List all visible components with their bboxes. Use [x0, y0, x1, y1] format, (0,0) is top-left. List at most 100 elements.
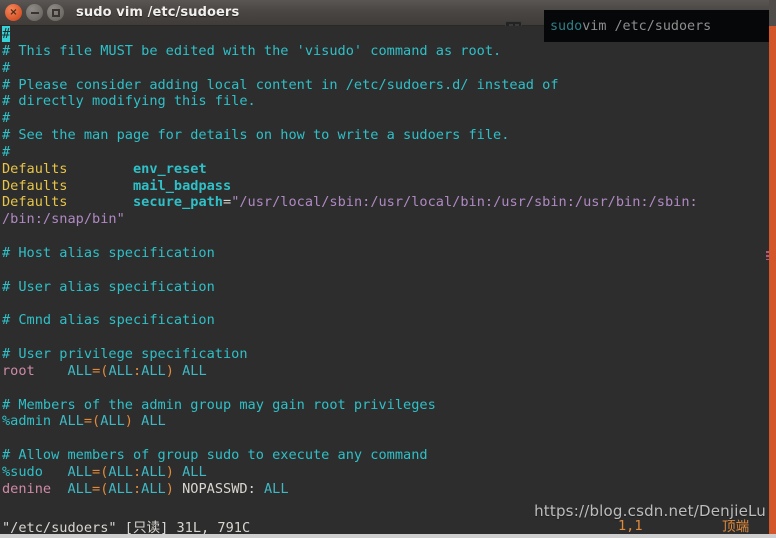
maximize-button[interactable]	[47, 4, 64, 21]
window-title: sudo vim /etc/sudoers	[76, 5, 240, 20]
code-token: ALL	[263, 480, 289, 497]
code-token: # Please consider adding local content i…	[2, 76, 559, 93]
code-token: # Host alias specification	[2, 244, 215, 261]
terminal-window: × sudo vim /etc/sudoers # # This file MUS…	[0, 0, 776, 538]
window-controls: ×	[0, 4, 64, 21]
code-token: # Members of the admin group may gain ro…	[2, 396, 436, 413]
code-token: =(	[92, 480, 109, 497]
code-token: # User privilege specification	[2, 346, 248, 363]
code-token: env_reset	[132, 160, 207, 177]
code-token: ALL	[59, 413, 84, 430]
code-token: )	[124, 413, 133, 430]
window-bottom-edge	[0, 534, 776, 538]
code-token: ALL	[100, 413, 125, 430]
code-token: ALL	[182, 463, 207, 480]
editor-line: # See the man page for details on how to…	[2, 127, 776, 144]
code-token: # User alias specification	[2, 278, 215, 295]
code-token: ALL	[141, 362, 166, 379]
code-token: )	[165, 480, 174, 497]
editor-line: denine ALL=(ALL:ALL) NOPASSWD: ALL	[2, 481, 776, 498]
editor-line: # Allow members of group sudo to execute…	[2, 447, 776, 464]
editor-line: %sudo ALL=(ALL:ALL) ALL	[2, 464, 776, 481]
code-token: ALL	[141, 480, 166, 497]
code-token: =(	[83, 413, 101, 430]
editor-text-area[interactable]: # # This file MUST be edited with the 'vi…	[0, 26, 776, 498]
code-token: # See the man page for details on how to…	[2, 127, 510, 144]
editor-line: %admin ALL=(ALL) ALL	[2, 413, 776, 430]
code-token: ALL	[67, 480, 93, 497]
maximize-icon	[51, 8, 60, 17]
right-accent-stripe	[769, 26, 776, 538]
code-token: # Allow members of group sudo to execute…	[2, 447, 428, 464]
editor-line: Defaults secure_path="/usr/local/sbin:/u…	[2, 194, 776, 211]
editor-line: # User alias specification	[2, 279, 776, 296]
code-token: secure_path	[132, 194, 223, 211]
code-token: # Cmnd alias specification	[2, 312, 215, 329]
editor-line: #	[2, 144, 776, 161]
code-token: %admin	[2, 413, 52, 430]
code-token: ALL	[108, 480, 133, 497]
overlay-command-args: vim /etc/sudoers	[582, 18, 712, 34]
code-token: Defaults	[2, 194, 68, 211]
code-token: =(	[92, 362, 109, 379]
editor-line: # Cmnd alias specification	[2, 312, 776, 329]
code-token: =(	[92, 463, 109, 480]
code-token: # This file MUST be edited with the 'vis…	[2, 42, 502, 59]
code-token: :	[132, 480, 142, 497]
editor-line: # This file MUST be edited with the 'vis…	[2, 43, 776, 60]
close-icon: ×	[9, 6, 18, 18]
code-token: %sudo	[2, 463, 43, 480]
overlay-command-name: sudo	[550, 18, 583, 34]
code-token: ALL	[108, 362, 133, 379]
editor-line: #	[2, 60, 776, 77]
minimize-button[interactable]	[26, 4, 43, 21]
code-token: ALL	[67, 362, 93, 379]
vim-cursor-position: 1,1	[618, 518, 643, 534]
editor-line: /bin:/snap/bin"	[2, 211, 776, 228]
terminal-body[interactable]: # # This file MUST be edited with the 'vi…	[0, 26, 776, 538]
code-token: Defaults	[2, 177, 68, 194]
scrollbar-marker	[766, 251, 769, 260]
close-button[interactable]: ×	[5, 4, 22, 21]
code-token: Defaults	[2, 160, 68, 177]
editor-line: #	[2, 110, 776, 127]
editor-line: # directly modifying this file.	[2, 93, 776, 110]
code-token: :	[133, 362, 142, 379]
code-token: #	[2, 143, 11, 160]
editor-line: Defaults env_reset	[2, 161, 776, 178]
code-token: ALL	[141, 463, 166, 480]
editor-line: # Please consider adding local content i…	[2, 77, 776, 94]
editor-line: # User privilege specification	[2, 346, 776, 363]
code-token: #	[2, 110, 11, 127]
code-token: root	[2, 362, 35, 379]
code-token: NOPASSWD:	[182, 480, 256, 497]
editor-line: root ALL=(ALL:ALL) ALL	[2, 363, 776, 380]
code-token: "/usr/local/sbin:/usr/local/bin:/usr/sbi…	[231, 194, 698, 211]
code-token: ALL	[182, 362, 207, 379]
editor-line: Defaults mail_badpass	[2, 178, 776, 195]
minimize-icon	[30, 11, 39, 14]
watermark-text: https://blog.csdn.net/DenjieLu	[534, 502, 766, 520]
code-token: denine	[2, 480, 52, 497]
code-token: #	[2, 26, 11, 42]
code-token: ALL	[141, 413, 166, 430]
code-token: :	[132, 463, 142, 480]
code-token: # directly modifying this file.	[2, 93, 256, 110]
code-token: ALL	[67, 463, 93, 480]
code-token: =	[223, 194, 232, 211]
